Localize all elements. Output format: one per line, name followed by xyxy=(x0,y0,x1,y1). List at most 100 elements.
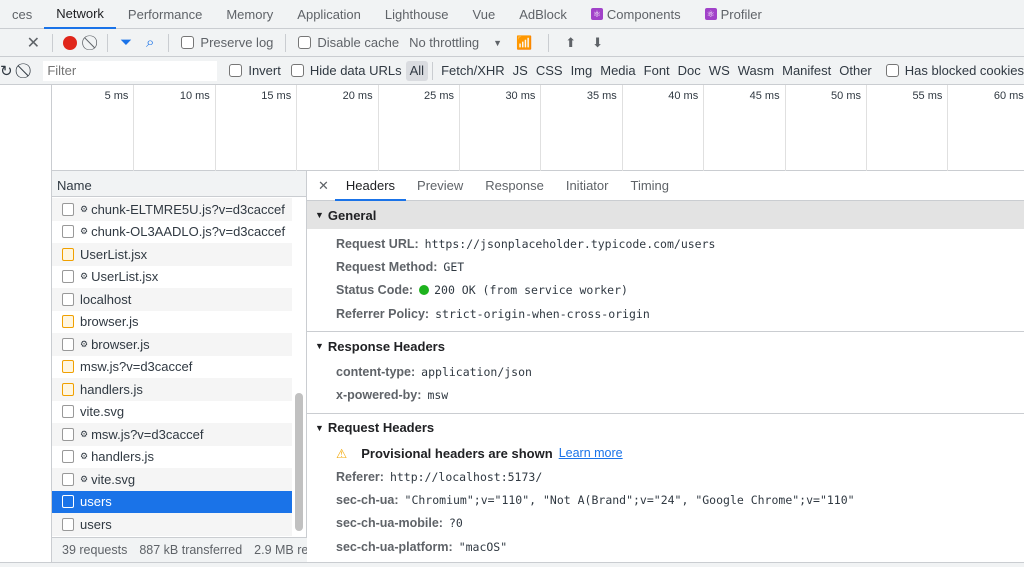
scrollbar[interactable] xyxy=(295,393,303,531)
request-row[interactable]: ⚙ chunk-ELTMRE5U.js?v=d3caccef xyxy=(52,198,292,221)
general-section: ▼ General Request URL: https://jsonplaceho… xyxy=(307,201,1024,333)
left-pane xyxy=(0,85,52,562)
filter-icon[interactable]: ⏷ xyxy=(120,34,132,51)
tab-label: Lighthouse xyxy=(384,6,449,22)
tab-label: Network xyxy=(56,5,104,21)
request-row[interactable]: ⚙ msw.js?v=d3caccef xyxy=(52,423,292,446)
header-name: x-powered-by: xyxy=(336,388,422,403)
filter-type-ws[interactable]: WS xyxy=(705,61,734,81)
header-value: ?0 xyxy=(448,516,463,531)
warning-icon: ⚠ xyxy=(336,446,348,461)
gear-icon: ⚙ xyxy=(80,428,89,439)
has-blocked-cookies-checkbox[interactable]: Has blocked cookies xyxy=(885,63,1024,78)
response-headers-header[interactable]: ▼ Response Headers xyxy=(307,332,1024,360)
details-tab-response[interactable]: Response xyxy=(474,171,555,201)
filter-type-media[interactable]: Media xyxy=(596,61,639,81)
timeline-overview[interactable]: 5 ms 10 ms 15 ms 20 ms 25 ms 30 ms 35 ms 40 ms 4… xyxy=(52,85,1024,171)
tab-label: AdBlock xyxy=(519,6,567,22)
header-value: msw xyxy=(427,388,449,403)
details-tab-headers[interactable]: Headers xyxy=(334,171,407,201)
divider xyxy=(432,61,434,80)
header-value: GET xyxy=(443,259,465,274)
tab-ces[interactable]: ces xyxy=(0,0,44,29)
gear-icon: ⚙ xyxy=(80,451,89,462)
close-icon[interactable]: ✕ xyxy=(0,33,52,53)
bottom-bar xyxy=(0,562,1024,567)
tab-lighthouse[interactable]: Lighthouse xyxy=(373,0,461,29)
search-icon[interactable]: ⌕ xyxy=(146,34,154,51)
tab-application[interactable]: Application xyxy=(285,0,373,29)
request-headers-section: ▼ Request Headers ⚠ Provisional headers ar… xyxy=(307,414,1024,558)
request-row[interactable]: users xyxy=(52,513,292,536)
request-row[interactable]: browser.js xyxy=(52,311,292,334)
network-conditions-icon[interactable]: 📶 xyxy=(516,35,532,51)
tab-label: ces xyxy=(12,6,33,22)
header-name: content-type: xyxy=(336,364,416,379)
request-row[interactable]: ⚙ vite.svg xyxy=(52,468,292,491)
document-icon xyxy=(62,225,74,239)
filter-type-all[interactable]: All xyxy=(405,60,429,81)
warning-text: Provisional headers are shown xyxy=(361,445,553,461)
export-har-icon[interactable]: ⬇ xyxy=(592,35,603,51)
hide-data-urls-checkbox[interactable]: Hide data URLs xyxy=(290,63,402,78)
refresh-icon[interactable]: ↻ xyxy=(0,62,14,80)
filter-type-img[interactable]: Img xyxy=(567,61,597,81)
header-row: x-powered-by: msw xyxy=(307,383,1024,406)
request-count: 39 requests xyxy=(62,543,128,557)
request-row[interactable]: localhost xyxy=(52,288,292,311)
header-name: Referer: xyxy=(336,469,384,484)
resource-type-filters: All Fetch/XHR JS CSS Img Media Font Doc WS Wasm Ma… xyxy=(405,60,876,81)
close-details-icon[interactable]: ✕ xyxy=(307,178,335,194)
header-row: sec-ch-ua: "Chromium";v="110", "Not A(Bra… xyxy=(307,488,1024,511)
filter-type-fetch-xhr[interactable]: Fetch/XHR xyxy=(437,61,509,81)
filter-type-wasm[interactable]: Wasm xyxy=(734,61,778,81)
tab-network[interactable]: Network xyxy=(44,0,116,29)
throttling-select[interactable]: No throttling ▼ xyxy=(409,35,502,50)
filter-type-other[interactable]: Other xyxy=(835,61,876,81)
tab-profiler[interactable]: ⚛ Profiler xyxy=(693,0,774,29)
request-row[interactable]: ⚙ browser.js xyxy=(52,333,292,356)
header-row: Status Code: 200 OK (from service worker) xyxy=(307,279,1024,302)
request-row[interactable]: handlers.js xyxy=(52,378,292,401)
learn-more-link[interactable]: Learn more xyxy=(559,446,623,460)
request-row[interactable]: vite.svg xyxy=(52,401,292,424)
import-har-icon[interactable]: ⬆ xyxy=(565,35,576,51)
filter-type-font[interactable]: Font xyxy=(640,61,674,81)
disable-cache-checkbox[interactable]: Disable cache xyxy=(298,35,399,50)
general-header[interactable]: ▼ General xyxy=(307,201,1024,229)
tab-memory[interactable]: Memory xyxy=(214,0,285,29)
request-name: vite.svg xyxy=(80,404,125,420)
tab-performance[interactable]: Performance xyxy=(116,0,214,29)
invert-checkbox[interactable]: Invert xyxy=(229,63,281,78)
block-icon[interactable]: ⃠ xyxy=(14,62,40,79)
gear-icon: ⚙ xyxy=(80,271,89,282)
request-row[interactable]: ⚙ UserList.jsx xyxy=(52,266,292,289)
filter-type-css[interactable]: CSS xyxy=(532,61,567,81)
record-button[interactable] xyxy=(63,35,77,50)
details-tab-preview[interactable]: Preview xyxy=(406,171,474,201)
request-name: msw.js?v=d3caccef xyxy=(91,426,204,442)
request-headers-header[interactable]: ▼ Request Headers xyxy=(307,414,1024,442)
timeline-gridline xyxy=(214,85,216,171)
name-column-header[interactable]: Name xyxy=(52,171,306,197)
details-tab-initiator[interactable]: Initiator xyxy=(555,171,620,201)
request-row[interactable]: msw.js?v=d3caccef xyxy=(52,356,292,379)
request-row[interactable]: ⚙ handlers.js xyxy=(52,446,292,469)
transferred-size: 887 kB transferred xyxy=(139,543,243,557)
timeline-tick-label: 20 ms xyxy=(342,90,373,102)
details-tab-timing[interactable]: Timing xyxy=(619,171,680,201)
tab-vue[interactable]: Vue xyxy=(461,0,508,29)
request-row[interactable]: users xyxy=(52,490,292,513)
filter-type-manifest[interactable]: Manifest xyxy=(778,61,835,81)
script-file-icon xyxy=(62,382,74,396)
filter-input[interactable] xyxy=(43,60,218,81)
filter-type-doc[interactable]: Doc xyxy=(674,61,705,81)
header-row: Referrer Policy: strict-origin-when-cross… xyxy=(307,302,1024,325)
request-row[interactable]: ⚙ chunk-OL3AADLO.js?v=d3caccef xyxy=(52,221,292,244)
tab-components[interactable]: ⚛ Components xyxy=(579,0,693,29)
tab-adblock[interactable]: AdBlock xyxy=(507,0,579,29)
header-name: sec-ch-ua-platform: xyxy=(336,539,453,554)
request-row[interactable]: UserList.jsx xyxy=(52,243,292,266)
preserve-log-checkbox[interactable]: Preserve log xyxy=(181,35,273,50)
filter-type-js[interactable]: JS xyxy=(509,61,532,81)
